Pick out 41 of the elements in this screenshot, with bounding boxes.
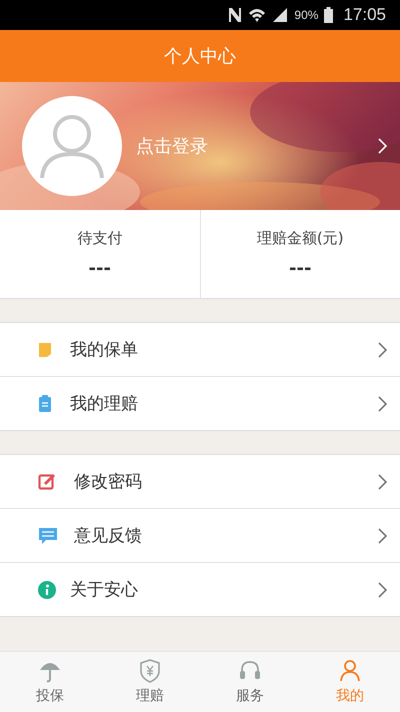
stat-label: 理赔金额(元)	[256, 229, 344, 248]
stat-label: 待支付	[77, 229, 122, 248]
battery-percent: 90%	[294, 8, 318, 22]
chevron-icon	[376, 340, 388, 358]
menu-item[interactable]: 修改密码	[0, 455, 400, 508]
tab[interactable]: 投保	[0, 652, 100, 712]
chevron-icon	[376, 472, 388, 490]
battery-icon	[324, 7, 334, 23]
chevron-icon	[376, 137, 388, 155]
avatar-icon	[22, 96, 122, 196]
signal-icon	[272, 7, 288, 23]
menu-label: 我的保单	[70, 339, 139, 361]
menu-item[interactable]: 关于安心	[0, 562, 400, 616]
edit-icon	[38, 472, 56, 490]
chevron-icon	[376, 526, 388, 544]
menu-label: 修改密码	[74, 471, 143, 493]
menu-label: 我的理赔	[70, 393, 139, 415]
menu-item[interactable]: 意见反馈	[0, 508, 400, 562]
page-title: 个人中心	[164, 45, 236, 68]
info-icon	[38, 580, 56, 598]
message-icon	[38, 526, 58, 544]
shield-icon	[140, 659, 160, 683]
stat-cell[interactable]: 待支付 ---	[0, 210, 200, 298]
person-icon	[339, 659, 361, 683]
clipboard-icon	[38, 394, 52, 412]
tab[interactable]: 服务	[200, 652, 300, 712]
login-label: 点击登录	[136, 135, 209, 158]
n-icon	[228, 7, 242, 23]
stat-value: ---	[289, 258, 312, 279]
menu-label: 关于安心	[70, 579, 139, 601]
clock: 17:05	[343, 5, 386, 25]
wifi-icon	[248, 7, 266, 23]
stat-cell[interactable]: 理赔金额(元) ---	[200, 210, 400, 298]
tab[interactable]: 理赔	[100, 652, 200, 712]
menu-label: 意见反馈	[74, 525, 143, 547]
menu-item[interactable]: 我的保单	[0, 323, 400, 376]
stat-value: ---	[88, 258, 111, 279]
menu-item[interactable]: 我的理赔	[0, 376, 400, 430]
chevron-icon	[376, 394, 388, 412]
note-icon	[38, 342, 52, 358]
chevron-icon	[376, 580, 388, 598]
